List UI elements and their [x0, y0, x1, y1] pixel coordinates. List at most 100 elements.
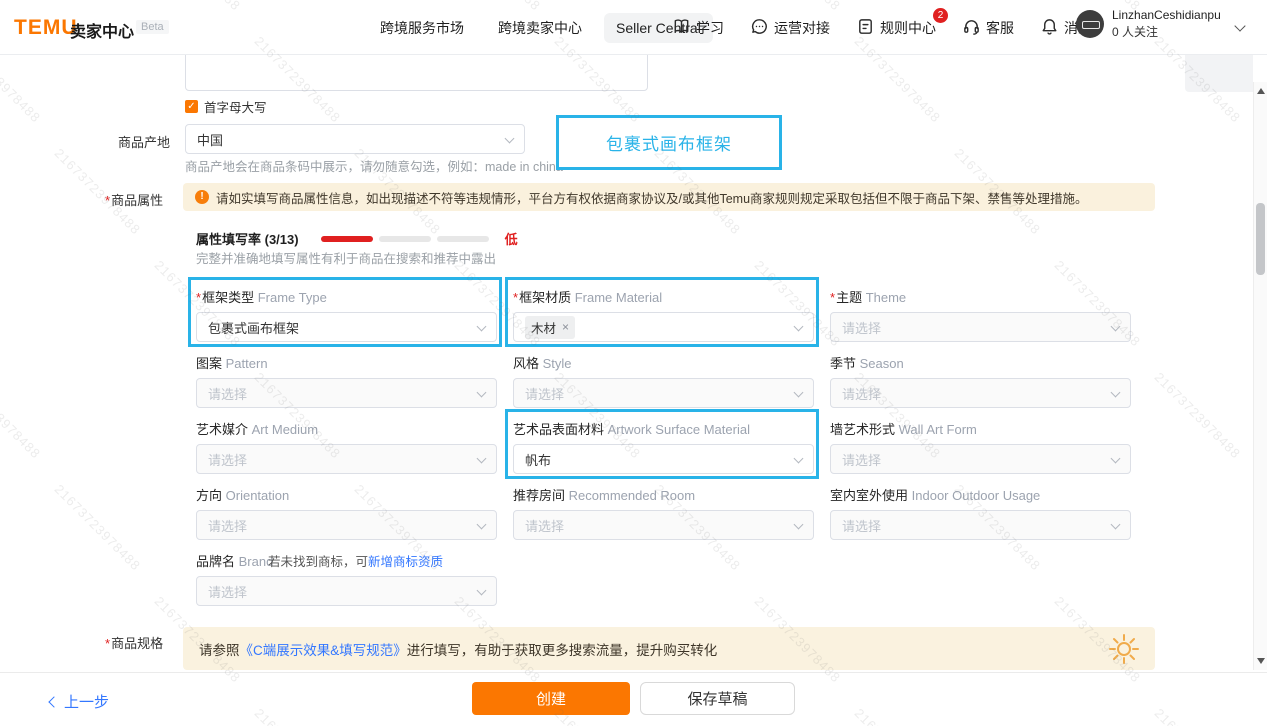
temu-logo[interactable]: TEMU: [14, 16, 78, 40]
book-icon: [672, 17, 691, 39]
rules-center-menu[interactable]: 规则中心 2: [856, 17, 936, 39]
beta-badge: Beta: [136, 20, 169, 34]
recommended-room-select[interactable]: 请选择: [513, 510, 814, 540]
bell-icon: [1040, 17, 1059, 39]
scroll-down-arrow[interactable]: [1257, 658, 1265, 664]
chevron-down-icon: [477, 454, 487, 464]
corner-background: [1185, 55, 1253, 92]
field-wall-art-form: 墙艺术形式 Wall Art Form 请选择: [830, 419, 1131, 474]
nav-cross-border-service-market[interactable]: 跨境服务市场: [368, 11, 476, 45]
spec-guideline-link[interactable]: 《C端展示效果&填写规范》: [240, 643, 407, 658]
progress-segment-filled: [321, 236, 373, 242]
avatar: [1076, 10, 1104, 38]
field-frame-material: *框架材质 Frame Material 木材×: [513, 287, 814, 342]
orientation-select[interactable]: 请选择: [196, 510, 497, 540]
frame-material-select[interactable]: 木材×: [513, 312, 814, 342]
floating-annotation-label: 包裹式画布框架: [556, 115, 782, 170]
field-artwork-surface-material: 艺术品表面材料 Artwork Surface Material 帆布: [513, 419, 814, 474]
chevron-down-icon: [1111, 322, 1121, 332]
page: TEMU 卖家中心 Beta 跨境服务市场 跨境卖家中心 Seller Cent…: [0, 0, 1267, 726]
scroll-up-arrow[interactable]: [1257, 88, 1265, 94]
top-navbar: TEMU 卖家中心 Beta 跨境服务市场 跨境卖家中心 Seller Cent…: [0, 0, 1267, 55]
footer-action-bar: 上一步 创建 保存草稿: [0, 672, 1267, 726]
style-select[interactable]: 请选择: [513, 378, 814, 408]
indoor-outdoor-usage-select[interactable]: 请选择: [830, 510, 1131, 540]
chevron-down-icon: [1111, 454, 1121, 464]
learn-menu[interactable]: 学习: [672, 17, 724, 39]
nav-tabs: 跨境服务市场 跨境卖家中心 Seller Central: [368, 0, 713, 55]
artwork-surface-material-select[interactable]: 帆布: [513, 444, 814, 474]
fill-rate-title: 属性填写率 (3/13): [196, 229, 299, 248]
specs-section-label: *商品规格: [105, 633, 163, 652]
field-orientation: 方向 Orientation 请选择: [196, 485, 497, 540]
header-tools: 学习 运营对接 规则中心 2 客服 消息: [672, 0, 1092, 55]
chevron-down-icon: [794, 454, 804, 464]
specs-notice-banner: 请参照《C端展示效果&填写规范》进行填写，有助于获取更多搜索流量，提升购买转化: [183, 627, 1155, 670]
customer-service-menu[interactable]: 客服: [962, 17, 1014, 39]
fill-rate-progress-bar: [321, 236, 489, 242]
checkbox-checked-icon[interactable]: ✓: [185, 100, 198, 113]
chevron-left-icon: [48, 696, 59, 707]
brand-hint: 若未找到商标，可新增商标资质: [268, 551, 443, 570]
notification-badge: 2: [933, 8, 948, 23]
scrollbar-thumb[interactable]: [1256, 203, 1265, 275]
field-season: 季节 Season 请选择: [830, 353, 1131, 408]
chevron-down-icon[interactable]: [1234, 20, 1245, 31]
frame-type-select[interactable]: 包裹式画布框架: [196, 312, 497, 342]
field-art-medium: 艺术媒介 Art Medium 请选择: [196, 419, 497, 474]
capitalize-checkbox-row: ✓ 首字母大写: [185, 97, 267, 116]
fill-rate-level: 低: [505, 229, 518, 248]
chevron-down-icon: [794, 388, 804, 398]
fill-rate-hint: 完整并准确地填写属性有利于商品在搜索和推荐中露出: [196, 248, 496, 267]
origin-select[interactable]: 中国: [185, 124, 525, 154]
chevron-down-icon: [1111, 520, 1121, 530]
field-frame-type: *框架类型 Frame Type 包裹式画布框架: [196, 287, 497, 342]
field-recommended-room: 推荐房间 Recommended Room 请选择: [513, 485, 814, 540]
chevron-down-icon: [477, 586, 487, 596]
fill-rate-row: 属性填写率 (3/13) 低: [196, 229, 518, 248]
chevron-down-icon: [477, 520, 487, 530]
chevron-down-icon: [505, 134, 515, 144]
brand-select[interactable]: 请选择: [196, 576, 497, 606]
field-style: 风格 Style 请选择: [513, 353, 814, 408]
document-icon: [856, 17, 875, 39]
wall-art-form-select[interactable]: 请选择: [830, 444, 1131, 474]
warning-icon: !: [195, 190, 209, 204]
scrollbar[interactable]: [1253, 82, 1267, 670]
product-title-input[interactable]: [185, 55, 648, 91]
add-trademark-link[interactable]: 新增商标资质: [368, 555, 443, 569]
user-followers: 0 人关注: [1112, 23, 1221, 40]
operations-menu[interactable]: 运营对接: [750, 17, 830, 39]
attributes-section-label: *商品属性: [105, 190, 185, 209]
art-medium-select[interactable]: 请选择: [196, 444, 497, 474]
origin-hint: 商品产地会在商品条码中展示，请勿随意勾选，例如：made in china: [185, 156, 563, 175]
field-indoor-outdoor-usage: 室内室外使用 Indoor Outdoor Usage 请选择: [830, 485, 1131, 540]
field-theme: *主题 Theme 请选择: [830, 287, 1131, 342]
chat-icon: [750, 17, 769, 39]
chevron-down-icon: [477, 322, 487, 332]
remove-tag-icon[interactable]: ×: [562, 320, 569, 334]
chevron-down-icon: [794, 520, 804, 530]
app-title: 卖家中心: [70, 18, 134, 42]
theme-select[interactable]: 请选择: [830, 312, 1131, 342]
back-link[interactable]: 上一步: [50, 691, 109, 712]
sun-icon: [1107, 632, 1141, 666]
season-select[interactable]: 请选择: [830, 378, 1131, 408]
field-pattern: 图案 Pattern 请选择: [196, 353, 497, 408]
chevron-down-icon: [477, 388, 487, 398]
form-scroll-area: ✓ 首字母大写 商品产地 中国 商品产地会在商品条码中展示，请勿随意勾选，例如：…: [0, 55, 1267, 672]
headset-icon: [962, 17, 981, 39]
nav-cross-border-seller-center[interactable]: 跨境卖家中心: [486, 11, 594, 45]
save-draft-button[interactable]: 保存草稿: [640, 682, 795, 715]
selected-tag: 木材×: [525, 316, 575, 339]
progress-segment-empty: [437, 236, 489, 242]
create-button[interactable]: 创建: [472, 682, 630, 715]
capitalize-label: 首字母大写: [204, 97, 267, 116]
user-account[interactable]: LinzhanCeshidianpu 0 人关注: [1076, 8, 1221, 40]
pattern-select[interactable]: 请选择: [196, 378, 497, 408]
chevron-down-icon: [794, 322, 804, 332]
chevron-down-icon: [1111, 388, 1121, 398]
progress-segment-empty: [379, 236, 431, 242]
user-name: LinzhanCeshidianpu: [1112, 8, 1221, 23]
attributes-warning-banner: ! 请如实填写商品属性信息，如出现描述不符等违规情形，平台方有权依据商家协议及/…: [183, 183, 1155, 211]
